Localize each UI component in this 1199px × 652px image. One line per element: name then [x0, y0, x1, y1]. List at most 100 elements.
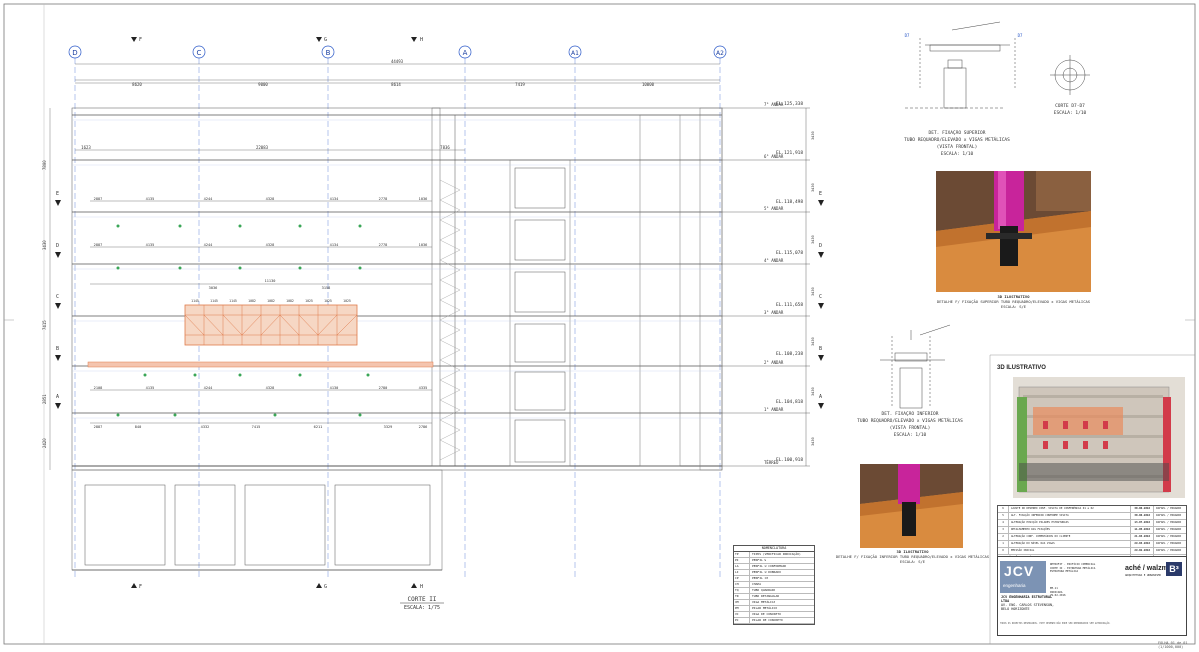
section-mark-f-bottom: F — [139, 584, 142, 590]
dim-c-1: 2108 — [94, 386, 103, 390]
side-mark-a-left: A — [56, 394, 59, 400]
render3d-title: 3D ILUSTRATIVO — [997, 365, 1046, 371]
level-5-name: 5° ANDAR — [764, 206, 784, 211]
level-5-el: EL.118,498 — [776, 199, 803, 205]
legend-code: CH — [734, 582, 750, 587]
dim-left-4: 2851 — [42, 394, 47, 404]
title-block-footer: TODOS OS DIREITOS RESERVADOS. ESTE DESEN… — [1000, 622, 1111, 625]
dim-c-3: 4244 — [204, 386, 213, 390]
rev-visto: RAFAEL / EDUARDO — [1156, 507, 1182, 510]
dim-span-1: 8620 — [132, 82, 142, 87]
truss-dims: 1145 1145 1145 1082 1082 1082 1025 1025 … — [191, 299, 351, 303]
dim-right-1: 3430 — [811, 131, 815, 140]
level-7-el: EL.125,338 — [776, 101, 803, 107]
legend-code: LI — [734, 570, 750, 575]
dim-a-6: 2778 — [379, 197, 388, 201]
dim-b-3: 3158 — [322, 286, 331, 290]
dim-overall: 44493 — [391, 59, 404, 64]
rev-visto: RAFAEL / EDUARDO — [1156, 535, 1182, 538]
render-3d-building — [1013, 377, 1185, 498]
dim-a-3: 4244 — [204, 197, 213, 201]
b3-logo: B³ — [1166, 562, 1182, 576]
truss-dim-8: 1025 — [324, 299, 332, 303]
side-mark-e-left: E — [56, 191, 59, 197]
detail-upper-subtitle: TUBO REQUADRO/ELEVADO x VIGAS METÁLICAS — [904, 136, 1010, 143]
legend-code: TR — [734, 594, 750, 599]
dim-row-a: 2887 4135 4244 4328 4134 2778 1036 2887 … — [94, 197, 428, 247]
dim-d-6: 3329 — [384, 425, 393, 429]
discipline: ESTRUTURA METÁLICA — [1050, 570, 1079, 574]
level-3-name: 3° ANDAR — [764, 310, 784, 315]
dim-d-3: 4332 — [201, 425, 210, 429]
rev-date: 21.03.2016 — [1131, 534, 1155, 540]
legend-desc: VIGA DE CONCRETO — [752, 612, 781, 616]
render-detail-lower — [860, 464, 963, 548]
dim-c-4: 4328 — [266, 386, 275, 390]
cut-mark-d7-right: D7 — [1018, 33, 1023, 38]
steel-truss — [87, 304, 434, 368]
dim-c-5: 4130 — [330, 386, 339, 390]
revision-row: 0 EMISSÃO INICIAL 29.02.2016 RAFAEL / EDUAR… — [998, 548, 1186, 555]
rev-visto: RAFAEL / EDUARDO — [1156, 549, 1182, 552]
rev-date: 29.03.2016 — [1131, 541, 1155, 547]
legend-desc: PILAR METÁLICO — [752, 606, 778, 610]
truss-dim-5: 1082 — [267, 299, 275, 303]
level-ground-el: EL.100,918 — [776, 457, 803, 463]
dim-top-3: 7836 — [440, 145, 450, 150]
company-address: AV. ENG. CARLOS STEVENSON, BELO HORIZONT… — [1001, 603, 1055, 611]
rev-description: ALT. FIXAÇÃO INFERIOR CONFORME VISITA — [1009, 513, 1132, 519]
legend-desc: TUBO RETANGULAR — [752, 594, 780, 598]
left-dims: 7800 3430 7415 2851 2420 — [42, 160, 47, 448]
dim-a2-6: 2778 — [379, 243, 388, 247]
photo2-caption-3: ESCALA: S/E — [899, 559, 926, 564]
level-tags: 7° ANDAR EL.125,338 6° ANDAR EL.121,918 … — [722, 101, 815, 467]
axis-grid: D C B A A1 A2 — [68, 45, 727, 580]
jcv-logo-text: JCV — [1004, 563, 1035, 579]
rev-description: AJUSTE DO DESENHO CONF. VISITA DE CONFER… — [1009, 506, 1132, 512]
dim-a2-5: 4134 — [330, 243, 339, 247]
section-mark-h-top: H — [420, 37, 423, 43]
rev-number: 2 — [998, 534, 1009, 540]
legend-code: PM — [734, 606, 750, 611]
revision-row: 3 DETALHAMENTO DAS FIXAÇÕES 11.05.2016 RAFA… — [998, 527, 1186, 534]
level-4-el: EL.115,078 — [776, 250, 803, 256]
detail-cut-d7 — [1050, 55, 1090, 95]
legend-desc: PILAR DE CONCRETO — [752, 618, 783, 622]
section-mark-f-top: F — [139, 37, 142, 43]
rev-number: 3 — [998, 527, 1009, 533]
rev-description: DETALHAMENTO DAS FIXAÇÕES — [1009, 527, 1132, 533]
legend-desc: PERFIL CP — [752, 576, 769, 580]
dim-span-2: 9000 — [258, 82, 268, 87]
truss-dim-9: 1025 — [343, 299, 351, 303]
detail-upper-fixing — [905, 21, 1016, 109]
dim-b-2: 11130 — [265, 279, 276, 283]
dim-left-2: 3430 — [42, 240, 47, 250]
rev-number: 6 — [998, 506, 1009, 512]
dim-right-6: 3430 — [811, 387, 815, 396]
architect-firm-info: ARQUITETURA E URBANISMO — [1125, 574, 1161, 577]
legend-desc: TUBO QUADRADO — [752, 588, 776, 592]
dim-a2-7: 1036 — [419, 243, 428, 247]
dim-left-3: 7415 — [42, 320, 47, 330]
truss-dim-7: 1025 — [305, 299, 313, 303]
dim-left-5: 2420 — [42, 438, 47, 448]
revision-row: 5 ALT. FIXAÇÃO INFERIOR CONFORME VISITA 30… — [998, 513, 1186, 520]
legend-desc: CHAPA — [752, 582, 762, 586]
detail-lower-subtitle: TUBO REQUADRO/ELEVADO x VIGAS METÁLICAS — [857, 417, 963, 424]
detail-lower-fixing — [880, 324, 951, 409]
section-title-block: CORTE II ESCALA: 1/75 — [400, 596, 444, 611]
legend-code: TP — [734, 552, 750, 557]
axis-label-d: D — [72, 49, 77, 57]
dim-a-1: 2887 — [94, 197, 103, 201]
side-mark-b-left: B — [56, 346, 59, 352]
revision-row: 4 ALTERAÇÃO POSIÇÃO PILARES ESTRUTURAIS 13… — [998, 520, 1186, 527]
section-scale: ESCALA: 1/75 — [404, 605, 440, 611]
cut-d7-title: CORTE D7-D7 — [1055, 103, 1085, 109]
dim-span-4: 7419 — [515, 82, 525, 87]
jcv-logo-sub: engenharia — [1003, 583, 1026, 588]
dim-right-4: 3430 — [811, 287, 815, 296]
dim-a-2: 4135 — [146, 197, 155, 201]
truss-dim-1: 1145 — [191, 299, 199, 303]
rev-date: 13.07.2016 — [1131, 520, 1155, 526]
legend-code: LA — [734, 564, 750, 569]
